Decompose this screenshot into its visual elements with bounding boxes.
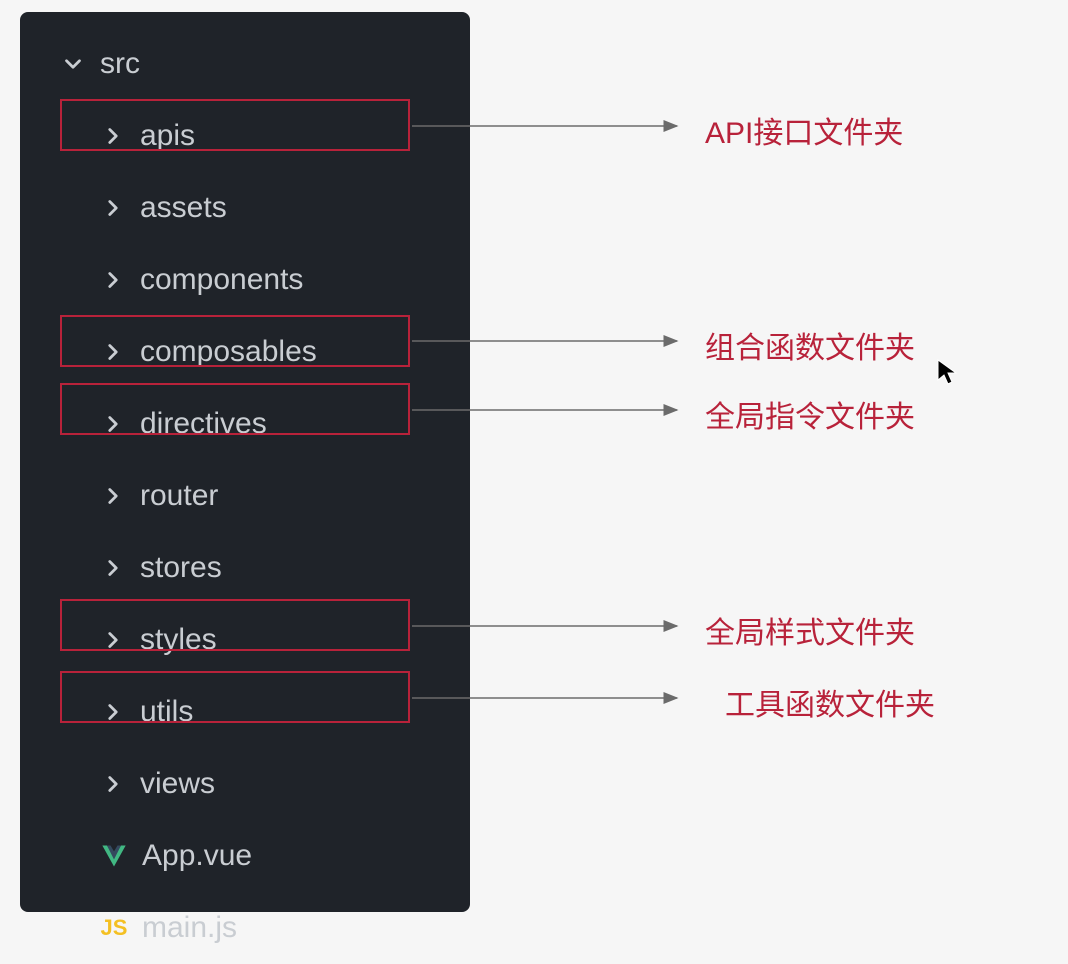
tree-folder-router[interactable]: router (20, 460, 470, 532)
tree-file-label: main.js (142, 911, 237, 945)
chevron-right-icon (100, 699, 126, 725)
tree-folder-assets[interactable]: assets (20, 172, 470, 244)
tree-folder-label: views (140, 767, 215, 801)
annotation-composables: 组合函数文件夹 (705, 323, 915, 367)
tree-folder-label: apis (140, 119, 195, 153)
tree-folder-label: assets (140, 191, 227, 225)
tree-folder-label: directives (140, 407, 267, 441)
chevron-right-icon (100, 771, 126, 797)
tree-folder-apis[interactable]: apis (20, 100, 470, 172)
tree-folder-label: router (140, 479, 218, 513)
tree-folder-views[interactable]: views (20, 748, 470, 820)
chevron-right-icon (100, 339, 126, 365)
annotation-apis: API接口文件夹 (705, 108, 903, 152)
chevron-right-icon (100, 555, 126, 581)
tree-folder-label: utils (140, 695, 193, 729)
file-explorer-panel: src apis assets components composables d… (20, 12, 470, 912)
chevron-right-icon (100, 483, 126, 509)
tree-folder-components[interactable]: components (20, 244, 470, 316)
js-icon: JS (96, 910, 132, 946)
annotation-styles: 全局样式文件夹 (705, 608, 915, 652)
vue-icon (96, 838, 132, 874)
tree-root-src[interactable]: src (20, 28, 470, 100)
tree-folder-stores[interactable]: stores (20, 532, 470, 604)
chevron-right-icon (100, 267, 126, 293)
tree-file-app-vue[interactable]: App.vue (20, 820, 470, 892)
tree-folder-directives[interactable]: directives (20, 388, 470, 460)
annotation-directives: 全局指令文件夹 (705, 392, 915, 436)
tree-folder-styles[interactable]: styles (20, 604, 470, 676)
tree-folder-label: composables (140, 335, 317, 369)
chevron-right-icon (100, 195, 126, 221)
tree-file-label: App.vue (142, 839, 252, 873)
tree-folder-composables[interactable]: composables (20, 316, 470, 388)
cursor-icon (936, 358, 960, 386)
chevron-down-icon (60, 51, 86, 77)
chevron-right-icon (100, 627, 126, 653)
tree-root-label: src (100, 47, 140, 81)
tree-folder-label: styles (140, 623, 217, 657)
annotation-utils: 工具函数文件夹 (725, 680, 935, 724)
tree-file-main-js[interactable]: JS main.js (20, 892, 470, 964)
chevron-right-icon (100, 411, 126, 437)
tree-folder-utils[interactable]: utils (20, 676, 470, 748)
tree-folder-label: stores (140, 551, 222, 585)
chevron-right-icon (100, 123, 126, 149)
tree-folder-label: components (140, 263, 303, 297)
